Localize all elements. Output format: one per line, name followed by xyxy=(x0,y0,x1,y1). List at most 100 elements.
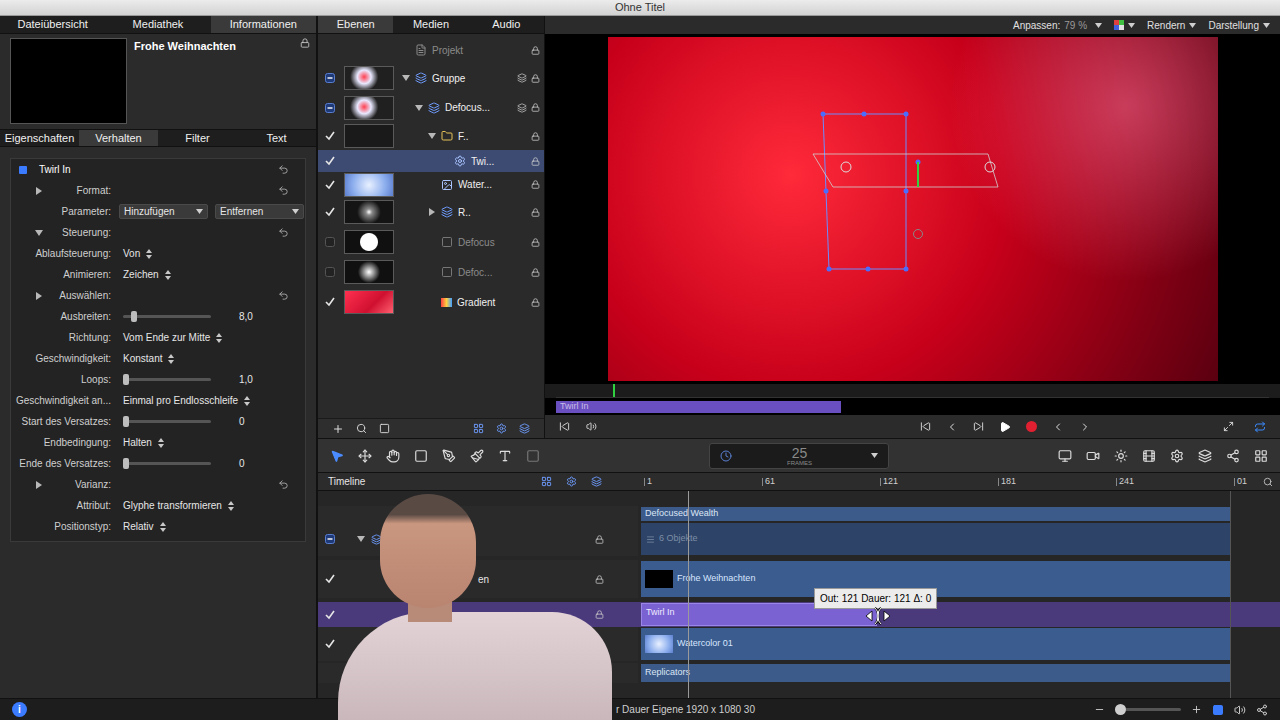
dropdown-button[interactable]: Hinzufügen xyxy=(119,204,208,219)
layer-row[interactable]: Water... xyxy=(318,172,544,197)
go-to-start-icon[interactable] xyxy=(920,421,931,432)
param-section-row[interactable]: Steuerung: xyxy=(11,222,305,243)
inspector-subtab[interactable]: Eigenschaften xyxy=(0,130,79,146)
lock-icon[interactable] xyxy=(531,208,540,217)
checked-checkbox-icon[interactable] xyxy=(325,207,335,217)
thumbnail-toggle-icon[interactable] xyxy=(379,423,390,434)
lock-icon[interactable] xyxy=(531,298,540,307)
layer-name[interactable]: Twi... xyxy=(471,154,494,169)
popup-menu[interactable]: Glyphe transformieren xyxy=(115,498,234,513)
hud-icon[interactable] xyxy=(1254,449,1268,463)
zoom-slider[interactable] xyxy=(1115,708,1181,711)
collapsed-triangle-icon[interactable] xyxy=(35,481,43,489)
play-range-end[interactable] xyxy=(1230,491,1231,698)
popup-menu[interactable]: Halten xyxy=(115,435,164,450)
slider-value[interactable]: 0 xyxy=(239,456,245,471)
param-section-row[interactable]: Auswählen: xyxy=(11,285,305,306)
group-track-bar[interactable]: Defocused Wealth xyxy=(641,507,1230,521)
lock-icon[interactable] xyxy=(531,238,540,247)
zoom-out-icon[interactable] xyxy=(1094,704,1105,715)
collapsed-triangle-icon[interactable] xyxy=(35,187,43,195)
lock-icon[interactable] xyxy=(595,535,604,544)
text-tool-icon[interactable] xyxy=(498,449,512,463)
layer-name[interactable]: Gradient xyxy=(457,295,495,310)
shape-tool-icon[interactable] xyxy=(414,449,428,463)
slider-thumb[interactable] xyxy=(123,458,129,469)
dropdown-button[interactable]: Entfernen xyxy=(215,204,304,219)
collapsed-track-bar[interactable]: 6 Objekte xyxy=(641,523,1230,555)
color-menu[interactable] xyxy=(1114,20,1135,30)
reset-icon[interactable] xyxy=(278,479,289,490)
reset-icon[interactable] xyxy=(278,290,289,301)
mini-playhead[interactable] xyxy=(613,384,615,397)
add-icon[interactable] xyxy=(332,423,344,435)
camera-icon[interactable] xyxy=(1086,449,1100,463)
timeline-layer-cell[interactable]: en xyxy=(318,560,638,598)
lock-icon[interactable] xyxy=(531,157,540,166)
collapsed-triangle-icon[interactable] xyxy=(35,292,43,300)
timeline-layer-cell[interactable] xyxy=(318,506,638,522)
timeline-view-icon[interactable] xyxy=(1212,704,1224,716)
show-layers-icon[interactable] xyxy=(473,423,484,434)
behavior-enable-box[interactable] xyxy=(19,166,27,174)
zoom-icon[interactable] xyxy=(1263,477,1273,487)
inspector-tab[interactable]: Dateiübersicht xyxy=(0,16,105,33)
popup-menu[interactable]: Von xyxy=(115,246,152,261)
mask-tool-icon[interactable] xyxy=(526,449,540,463)
slider-thumb[interactable] xyxy=(131,311,137,322)
timeline-layer-cell[interactable] xyxy=(318,522,638,556)
lock-icon[interactable] xyxy=(300,38,310,48)
lock-icon[interactable] xyxy=(531,180,540,189)
pen-tool-icon[interactable] xyxy=(442,449,456,463)
show-masks-icon[interactable] xyxy=(591,476,602,487)
filters-icon[interactable] xyxy=(1198,449,1212,463)
checked-checkbox-icon[interactable] xyxy=(325,574,335,584)
lock-icon[interactable] xyxy=(531,132,540,141)
lock-icon[interactable] xyxy=(595,575,604,584)
generator-icon[interactable] xyxy=(1142,449,1156,463)
slider-thumb[interactable] xyxy=(123,374,129,385)
canvas-menu[interactable]: Rendern xyxy=(1147,18,1196,33)
slider-thumb[interactable] xyxy=(123,416,129,427)
select-tool-icon[interactable] xyxy=(330,449,344,463)
expanded-triangle-icon[interactable] xyxy=(357,535,365,543)
layer-name[interactable]: R.. xyxy=(458,205,471,220)
lock-icon[interactable] xyxy=(531,268,540,277)
layer-row[interactable]: F.. xyxy=(318,122,544,150)
next-keyframe-icon[interactable] xyxy=(1079,421,1091,433)
layer-row[interactable]: Twi... xyxy=(318,150,544,172)
checked-checkbox-icon[interactable] xyxy=(325,610,335,620)
search-icon[interactable] xyxy=(356,423,367,434)
layer-name[interactable]: Defoc... xyxy=(458,265,492,280)
slider-value[interactable]: 0 xyxy=(239,414,245,429)
layer-row[interactable]: Gruppe xyxy=(318,63,544,93)
mini-behavior-bar[interactable]: Twirl In xyxy=(556,401,841,413)
slider-track[interactable] xyxy=(123,462,211,465)
popup-menu[interactable]: Vom Ende zur Mitte xyxy=(115,330,222,345)
layer-row[interactable]: Defocus... xyxy=(318,93,544,122)
previous-frame-icon[interactable] xyxy=(946,421,958,433)
screen-icon[interactable] xyxy=(1058,449,1072,463)
reset-icon[interactable] xyxy=(278,164,289,175)
loop-icon[interactable] xyxy=(1254,421,1266,433)
inspector-subtab[interactable]: Text xyxy=(237,130,316,146)
checked-checkbox-icon[interactable] xyxy=(325,156,335,166)
expanded-triangle-icon[interactable] xyxy=(35,229,43,237)
layer-row[interactable]: R.. xyxy=(318,197,544,227)
zoom-menu[interactable]: Anpassen:79 % xyxy=(1013,18,1102,33)
mixed-checkbox-icon[interactable] xyxy=(325,103,335,113)
layer-name[interactable]: Water... xyxy=(458,177,492,192)
layer-name[interactable]: Gruppe xyxy=(432,71,465,86)
canvas-menu[interactable]: Darstellung xyxy=(1208,18,1270,33)
timeline-playhead[interactable] xyxy=(688,491,689,698)
lock-icon[interactable] xyxy=(531,74,540,83)
inspector-subtab[interactable]: Filter xyxy=(158,130,237,146)
slider-track[interactable] xyxy=(123,378,211,381)
mixed-checkbox-icon[interactable] xyxy=(325,534,335,544)
layer-row[interactable]: Projekt xyxy=(318,37,544,63)
unchecked-checkbox-icon[interactable] xyxy=(325,237,335,247)
expanded-triangle-icon[interactable] xyxy=(428,132,436,140)
slider-value[interactable]: 1,0 xyxy=(239,372,253,387)
transform-handles-icon[interactable] xyxy=(608,37,1218,381)
show-layers-icon[interactable] xyxy=(541,476,552,487)
